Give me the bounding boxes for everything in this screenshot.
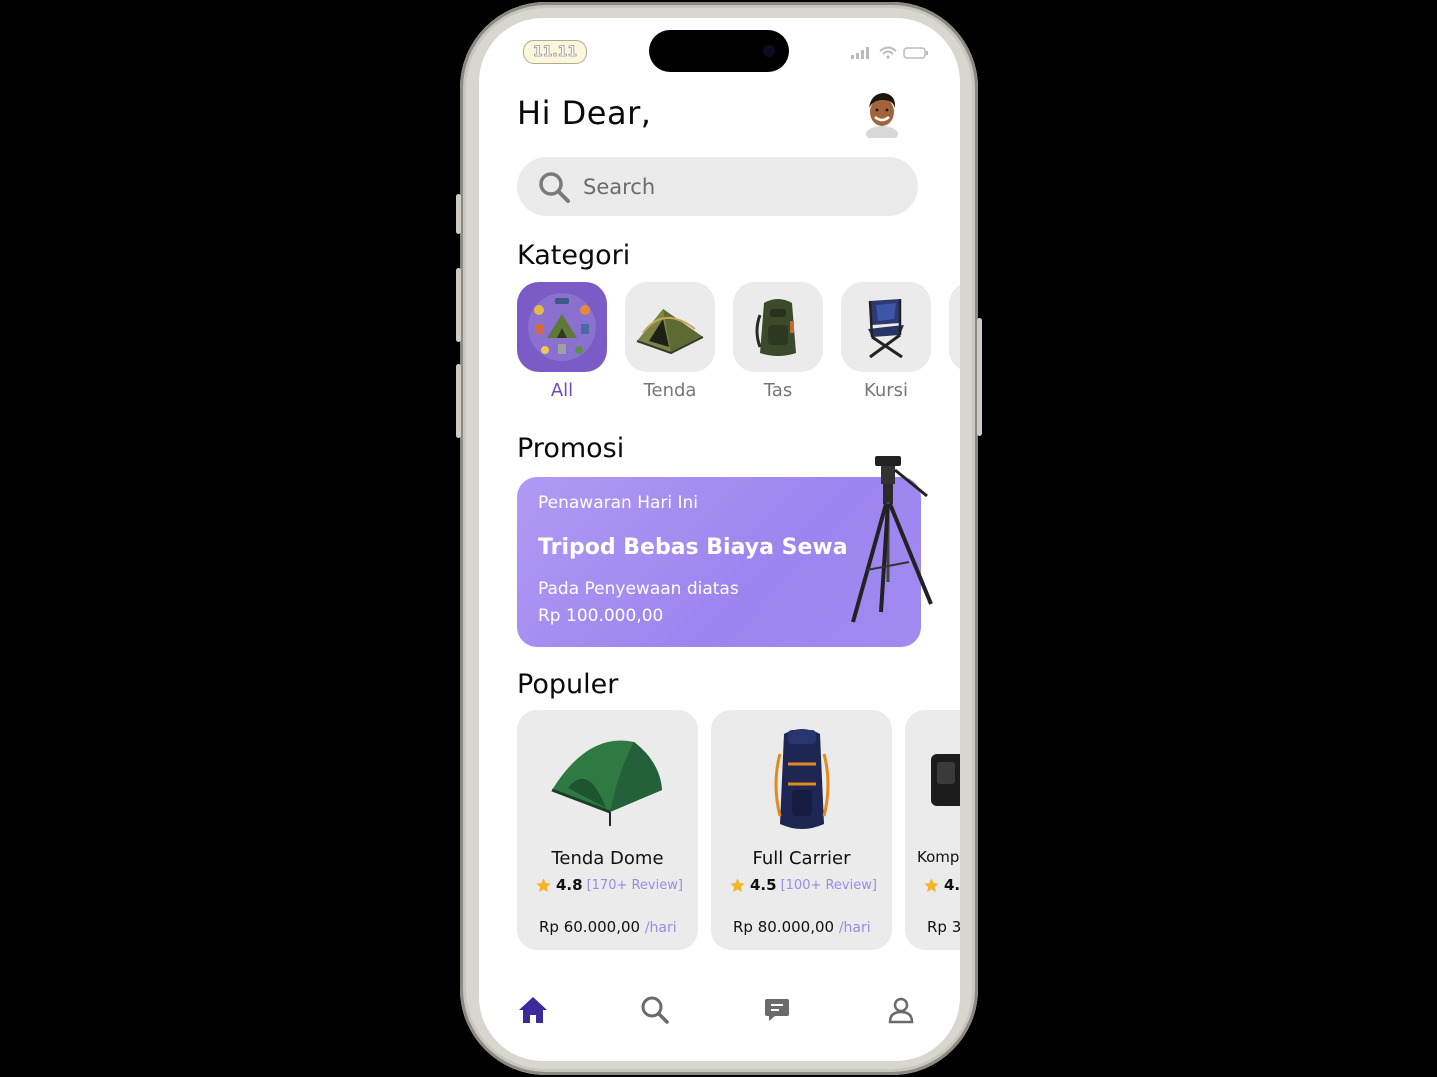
backpack-icon (755, 299, 796, 356)
product-rating: 4.5 [100+ Review] (729, 876, 877, 894)
product-price: Rp 80.000,00 /hari (733, 918, 871, 936)
chair-icon (868, 299, 904, 359)
promo-section-title: Promosi (517, 433, 625, 464)
product-name: Full Carrier (752, 848, 851, 869)
category-tile[interactable] (733, 282, 823, 372)
category-tile[interactable] (949, 282, 960, 372)
category-item-tenda[interactable]: Tenda (625, 282, 715, 401)
rating-value: 4.8 (556, 876, 583, 894)
nav-search[interactable] (635, 990, 675, 1030)
wifi-icon (879, 46, 897, 59)
categories-title: Kategori (517, 240, 631, 271)
avatar[interactable] (863, 90, 901, 138)
review-count: [100+ Review] (780, 877, 877, 893)
greeting-title: Hi Dear, (517, 94, 652, 132)
dome-tent-icon (550, 740, 662, 826)
tripod-image (851, 456, 933, 623)
category-item-kursi[interactable]: Kursi (841, 282, 931, 401)
product-name: Tenda Dome (551, 848, 664, 869)
category-tile[interactable] (841, 282, 931, 372)
battery-icon (903, 46, 928, 59)
price-value: Rp 60.000,00 (539, 918, 641, 936)
promo-line-2: Rp 100.000,00 (538, 606, 664, 626)
tent-icon (636, 309, 704, 355)
search-icon (641, 996, 669, 1024)
category-label: Tenda (643, 380, 697, 401)
signal-icon (851, 46, 869, 59)
price-unit: /hari (838, 920, 871, 936)
mute-switch (456, 194, 461, 234)
promo-description: Pada Penyewaan diatas Rp 100.000,00 (538, 576, 739, 630)
product-card-full-carrier[interactable]: Full Carrier 4.5 [100+ Review] Rp 80.000… (711, 710, 892, 950)
product-image (711, 722, 892, 837)
category-tile[interactable] (517, 282, 607, 372)
search-bar[interactable] (517, 157, 918, 216)
dynamic-island (649, 30, 789, 72)
nav-home[interactable] (513, 990, 553, 1030)
product-name: Komp (917, 848, 960, 866)
review-count: [170+ Review] (586, 877, 683, 893)
product-price: Rp 60.000,00 /hari (539, 918, 677, 936)
product-image (517, 722, 698, 837)
promo-line-1: Pada Penyewaan diatas (538, 579, 739, 599)
status-icons (851, 46, 929, 59)
search-icon (539, 171, 570, 203)
volume-up-button (456, 268, 461, 342)
product-rating: 4. (923, 876, 960, 894)
status-time: 11.11 (523, 40, 587, 64)
category-label: Kursi (863, 380, 909, 401)
rating-value: 4. (944, 876, 960, 894)
product-card-tenda-dome[interactable]: Tenda Dome 4.8 [170+ Review] Rp 60.000,0… (517, 710, 698, 950)
app-screen: 11.11 Hi Dear, Kategori (479, 18, 960, 1061)
camera-icon (763, 45, 775, 57)
rating-value: 4.5 (750, 876, 777, 894)
nav-chat[interactable] (757, 990, 797, 1030)
chat-icon (765, 999, 789, 1021)
price-value: Rp 3 (927, 918, 960, 936)
category-list: All Tenda Tas Kursi (517, 282, 960, 412)
nav-profile[interactable] (881, 990, 921, 1030)
category-label: All (550, 380, 574, 401)
price-unit: /hari (644, 920, 677, 936)
star-icon (924, 877, 939, 892)
popular-section-title: Populer (517, 669, 619, 700)
star-icon (536, 877, 551, 892)
product-rating: 4.8 [170+ Review] (535, 876, 683, 894)
category-tile[interactable] (625, 282, 715, 372)
volume-down-button (456, 364, 461, 438)
camping-gear-icon (528, 293, 596, 361)
bottom-nav (479, 990, 960, 1040)
category-item-partial[interactable] (949, 282, 960, 372)
popular-list: Tenda Dome 4.8 [170+ Review] Rp 60.000,0… (517, 710, 960, 950)
carrier-backpack-icon (774, 728, 829, 829)
stove-icon (931, 753, 960, 806)
profile-icon (888, 997, 914, 1024)
search-input[interactable] (581, 173, 885, 200)
price-value: Rp 80.000,00 (733, 918, 835, 936)
power-button (977, 318, 982, 436)
promo-subtitle: Penawaran Hari Ini (538, 493, 699, 513)
category-item-all[interactable]: All (517, 282, 607, 401)
category-item-tas[interactable]: Tas (733, 282, 823, 401)
product-price: Rp 3 (927, 918, 960, 936)
star-icon (730, 877, 745, 892)
promo-headline: Tripod Bebas Biaya Sewa (538, 535, 848, 560)
product-card-partial[interactable]: Komp 4. Rp 3 (905, 710, 960, 950)
category-label: Tas (763, 380, 793, 401)
home-icon (519, 997, 547, 1023)
product-image (905, 722, 960, 837)
